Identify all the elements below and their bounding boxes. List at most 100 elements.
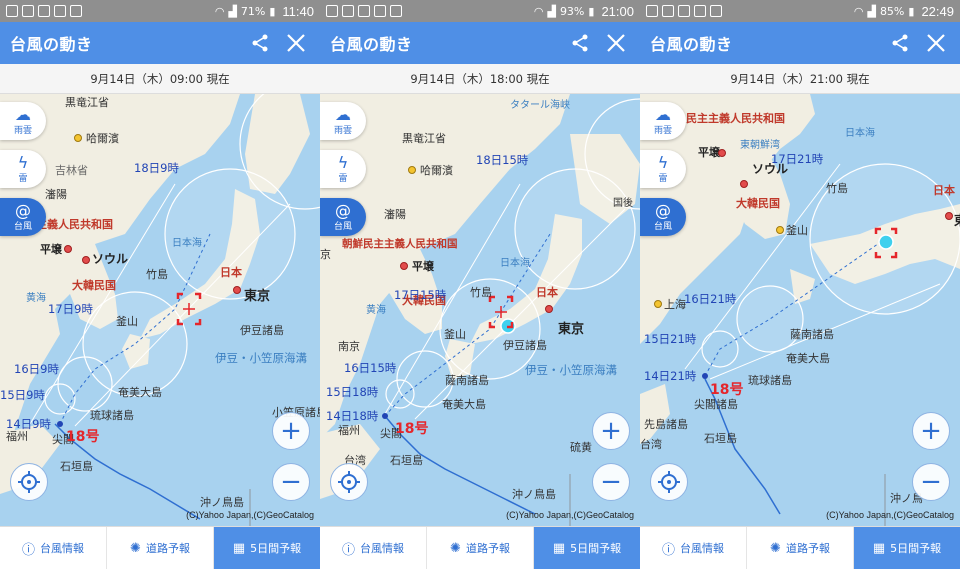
map-label: 朝鮮民主主義人民共和国 <box>342 238 458 250</box>
map-label: 東京 <box>558 322 585 337</box>
typhoon-name-label: 18号 <box>395 421 429 437</box>
typhoon-button[interactable]: @ 台風 <box>0 198 46 236</box>
photo-icon <box>54 5 66 17</box>
city-dot <box>945 212 953 220</box>
city-dot <box>74 134 82 142</box>
close-button[interactable] <box>282 29 310 57</box>
info-icon: ⓘ <box>341 542 355 558</box>
city-dot <box>654 300 662 308</box>
typhoon-button[interactable]: @ 台風 <box>320 198 366 236</box>
clock: 22:49 <box>921 3 954 19</box>
lightning-icon: ϟ <box>337 152 349 172</box>
map-label: 瀋陽 <box>384 208 406 221</box>
observation-time: 9月14日（木）18:00 現在 <box>320 64 640 94</box>
city-dot <box>776 226 784 234</box>
download-icon <box>710 5 722 17</box>
battery-level: 93% <box>559 4 585 18</box>
map-label: 黒竜江省 <box>65 96 109 109</box>
wifi-icon: ◠ <box>533 4 544 18</box>
typhoon-icon: ✺ <box>130 540 141 556</box>
rain-cloud-button[interactable]: ☁ 雨雲 <box>640 102 686 140</box>
tab-5day-forecast[interactable]: ▦ 5日間予報 <box>534 527 640 569</box>
tab-5day-forecast[interactable]: ▦ 5日間予報 <box>854 527 960 569</box>
notification-icon <box>6 5 18 17</box>
close-button[interactable] <box>602 29 630 57</box>
share-button[interactable] <box>566 29 594 57</box>
screen-1: ◠ ▟ 71% ▮ 11:40 台風の動き 9月14日（木）09:00 現在 黒… <box>0 0 320 569</box>
share-icon <box>572 34 588 52</box>
map-label: 釜山 <box>786 224 808 237</box>
calendar-icon: ▦ <box>232 540 246 556</box>
plus-icon: + <box>280 416 302 446</box>
signal-icon: ▟ <box>547 4 556 18</box>
close-button[interactable] <box>922 29 950 57</box>
lightning-icon: ϟ <box>17 152 29 172</box>
zoom-out-button[interactable]: − <box>592 463 630 501</box>
current-location-button[interactable] <box>650 463 688 501</box>
share-button[interactable] <box>886 29 914 57</box>
tab-road-forecast[interactable]: ✺ 道路予報 <box>107 527 214 569</box>
map-label: 日本海 <box>172 238 202 249</box>
clock: 11:40 <box>282 3 314 19</box>
map-label: 福州 <box>338 424 360 437</box>
zoom-out-button[interactable]: − <box>272 463 310 501</box>
battery-level: 71% <box>240 4 266 18</box>
status-bar: ◠ ▟ 71% ▮ 11:40 <box>0 0 320 22</box>
observation-time: 9月14日（木）21:00 現在 <box>640 64 960 94</box>
typhoon-icon: ✺ <box>450 540 461 556</box>
facebook-icon <box>22 5 34 17</box>
observation-time: 9月14日（木）09:00 現在 <box>0 64 320 94</box>
thunder-button[interactable]: ϟ 雷 <box>320 150 366 188</box>
battery-icon: ▮ <box>269 4 276 18</box>
thunder-button[interactable]: ϟ 雷 <box>640 150 686 188</box>
typhoon-icon: @ <box>335 200 351 220</box>
map-label: 沖ノ鳥島 <box>512 488 556 501</box>
download-icon <box>678 5 690 17</box>
tab-typhoon-info[interactable]: ⓘ 台風情報 <box>640 527 747 569</box>
add-icon <box>662 5 674 17</box>
map-credit: (C)Yahoo Japan,(C)GeoCatalog <box>826 510 954 520</box>
rain-cloud-icon: ☁ <box>335 104 351 124</box>
tab-road-forecast[interactable]: ✺ 道路予報 <box>747 527 854 569</box>
map-label: 東 <box>954 210 960 229</box>
crosshair-icon <box>658 471 680 493</box>
current-location-button[interactable] <box>330 463 368 501</box>
map-label: 薩南諸島 <box>445 374 489 387</box>
map-label: 南京 <box>338 340 360 353</box>
tab-typhoon-info[interactable]: ⓘ 台風情報 <box>320 527 427 569</box>
bottom-tab-bar: ⓘ 台風情報 ✺ 道路予報 ▦ 5日間予報 <box>640 526 960 569</box>
typhoon-map[interactable]: 民主主義人民共和国 平壌 東朝鮮湾 ソウル 大韓民国 釜山 竹島 日本海 日本 … <box>640 94 960 526</box>
zoom-in-button[interactable]: + <box>912 412 950 450</box>
battery-level: 85% <box>879 4 905 18</box>
thunder-button[interactable]: ϟ 雷 <box>0 150 46 188</box>
page-title: 台風の動き <box>330 35 413 54</box>
map-credit: (C)Yahoo Japan,(C)GeoCatalog <box>186 510 314 520</box>
current-location-button[interactable] <box>10 463 48 501</box>
forecast-time-label: 17日9時 <box>48 302 93 316</box>
tab-typhoon-info[interactable]: ⓘ 台風情報 <box>0 527 107 569</box>
info-icon: ⓘ <box>21 542 35 558</box>
map-label: 日本 <box>536 286 558 299</box>
share-icon <box>892 34 908 52</box>
rain-cloud-button[interactable]: ☁ 雨雲 <box>0 102 46 140</box>
map-label: 日本海 <box>845 128 875 139</box>
tab-road-forecast[interactable]: ✺ 道路予報 <box>427 527 534 569</box>
typhoon-map[interactable]: タタール海峡 黒竜江省 哈爾濱 瀋陽 朝鮮民主主義人民共和国 平壌 大韓民国 黄… <box>320 94 640 526</box>
forecast-time-label: 15日9時 <box>0 388 45 402</box>
clock: 21:00 <box>601 3 634 19</box>
zoom-in-button[interactable]: + <box>592 412 630 450</box>
map-label: 石垣島 <box>704 432 737 445</box>
map-label: 瀋陽 <box>45 188 67 201</box>
rain-cloud-button[interactable]: ☁ 雨雲 <box>320 102 366 140</box>
forecast-time-label: 15日21時 <box>644 332 697 346</box>
bottom-tab-bar: ⓘ 台風情報 ✺ 道路予報 ▦ 5日間予報 <box>320 526 640 569</box>
share-button[interactable] <box>246 29 274 57</box>
zoom-out-button[interactable]: − <box>912 463 950 501</box>
zoom-in-button[interactable]: + <box>272 412 310 450</box>
tab-5day-forecast[interactable]: ▦ 5日間予報 <box>214 527 320 569</box>
typhoon-map[interactable]: 黒竜江省 哈爾濱 吉林省 瀋陽 主主義人民共和国 平壌 ソウル 大韓民国 黄海 … <box>0 94 320 526</box>
city-dot <box>64 245 72 253</box>
typhoon-button[interactable]: @ 台風 <box>640 198 686 236</box>
signal-icon: ▟ <box>228 4 237 18</box>
typhoon-icon: @ <box>15 200 31 220</box>
